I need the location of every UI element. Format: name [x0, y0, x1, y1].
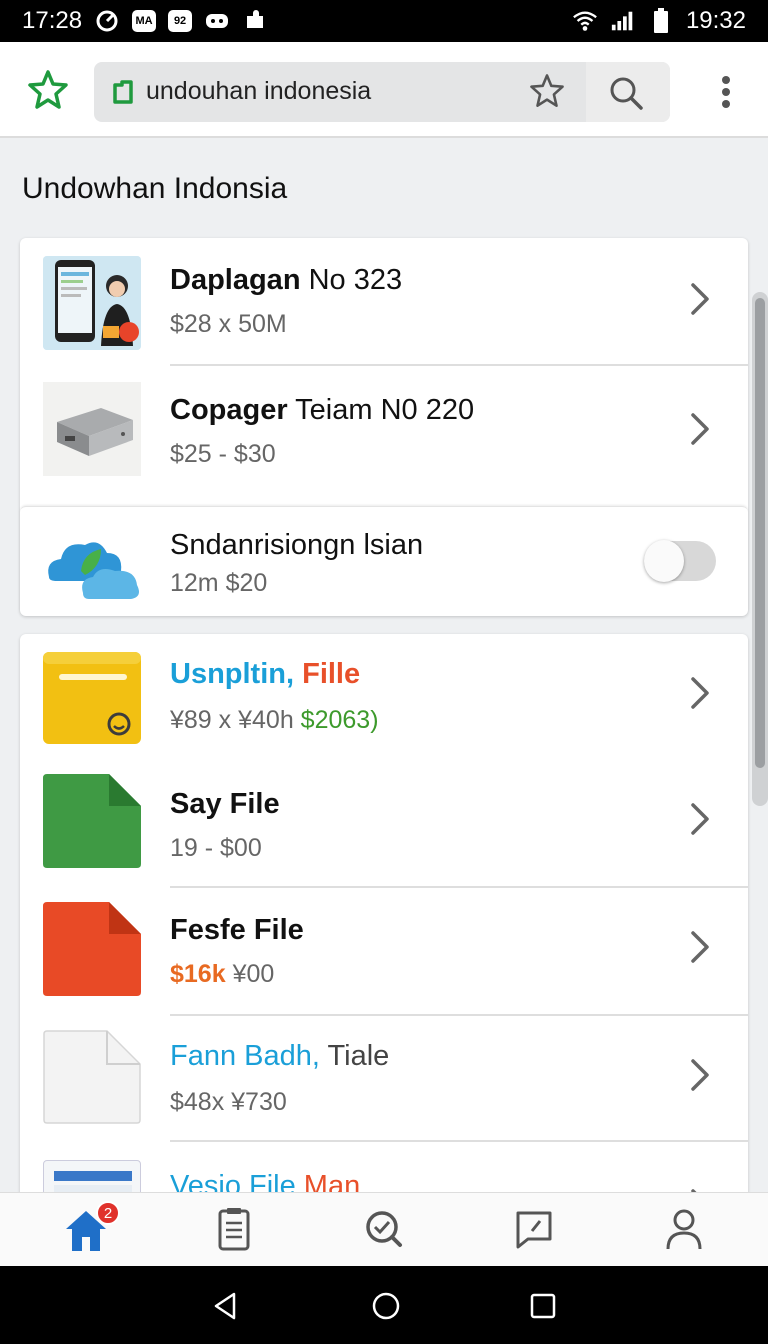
item-title: Sndanrisiongn lsian	[170, 529, 424, 561]
profile-icon	[666, 1209, 702, 1250]
item-subtitle: $28 x 50M	[170, 310, 287, 338]
item-subtitle: 12m $20	[170, 569, 268, 597]
item-title: Daplagan No 323	[170, 264, 403, 296]
list-item[interactable]: Usnpltin, Fille ¥89 x ¥40h $2063)	[20, 634, 748, 760]
cloud-sync-icon	[43, 515, 141, 609]
status-time-left: 17:28	[22, 7, 83, 34]
item-subtitle: 19 - $00	[170, 834, 262, 862]
secure-page-icon	[112, 79, 134, 105]
list-item[interactable]: Fann Badh, Tiale $48x ¥730	[20, 1016, 748, 1142]
list-item[interactable]: Copager Teiam N0 220 $25 - $30	[20, 366, 748, 496]
status-bar: 17:28 MA 92 19:32	[0, 0, 768, 42]
chevron-right-icon	[691, 677, 709, 709]
notification-badge: 2	[96, 1201, 120, 1225]
more-vert-icon	[722, 76, 730, 84]
yellow-folder-icon	[43, 650, 141, 744]
chevron-right-icon	[691, 1059, 709, 1091]
blank-file-icon	[43, 1030, 141, 1124]
list-card-2: Usnpltin, Fille ¥89 x ¥40h $2063) Say Fi…	[20, 634, 748, 1214]
item-title: Copager Teiam N0 220	[170, 394, 475, 426]
item-title: Usnpltin, Fille	[170, 658, 361, 690]
url-text[interactable]: undouhan indonesia	[146, 77, 371, 106]
item-title: Fann Badh, Tiale	[170, 1040, 390, 1072]
bottom-tab-bar: 2	[0, 1192, 768, 1266]
search-check-icon	[366, 1211, 402, 1247]
tab-search[interactable]	[358, 1205, 410, 1255]
chevron-right-icon	[691, 931, 709, 963]
status-time-right: 19:32	[685, 7, 746, 34]
system-nav-bar	[0, 1266, 768, 1344]
chevron-right-icon	[691, 283, 709, 315]
sync-icon	[94, 9, 120, 33]
scrollbar-thumb[interactable]	[755, 298, 765, 768]
scrollbar[interactable]	[752, 292, 768, 806]
item-subtitle: $25 - $30	[170, 440, 276, 468]
back-icon[interactable]	[210, 1290, 242, 1322]
browser-toolbar: undouhan indonesia	[0, 42, 768, 138]
chat-icon	[516, 1211, 552, 1249]
clipboard-icon	[218, 1208, 250, 1251]
page-title: Undowhan Indonsia	[22, 172, 288, 205]
address-bar[interactable]: undouhan indonesia	[94, 62, 670, 122]
chevron-right-icon	[691, 413, 709, 445]
star-icon	[28, 70, 68, 109]
router-device-thumbnail	[43, 382, 141, 476]
list-item[interactable]: Daplagan No 323 $28 x 50M	[20, 238, 748, 366]
wifi-icon	[572, 9, 598, 33]
signal-icon	[610, 9, 636, 33]
list-item[interactable]: Say File 19 - $00	[20, 760, 748, 888]
item-subtitle: $48x ¥730	[170, 1088, 287, 1116]
item-subtitle: ¥89 x ¥40h $2063)	[170, 706, 379, 734]
item-title: Fesfe File	[170, 914, 304, 946]
phone-promo-thumbnail	[43, 256, 141, 350]
toggle-switch[interactable]	[644, 540, 716, 582]
item-title: Say File	[170, 788, 280, 820]
toggle-knob	[644, 540, 684, 582]
url-star-button[interactable]	[528, 72, 566, 110]
star-outline-icon	[530, 74, 564, 107]
red-file-icon	[43, 902, 141, 996]
bookmark-star-button[interactable]	[26, 68, 70, 112]
home-circle-icon[interactable]	[370, 1290, 402, 1322]
item-subtitle: $16k ¥00	[170, 960, 275, 988]
battery-icon	[648, 8, 674, 33]
app-notification-icon: MA	[132, 10, 157, 32]
search-icon	[610, 77, 643, 110]
recents-icon[interactable]	[527, 1290, 559, 1322]
tab-messages[interactable]	[508, 1205, 560, 1255]
gamepad-icon	[204, 9, 230, 33]
chevron-right-icon	[691, 803, 709, 835]
list-item[interactable]: Fesfe File $16k ¥00	[20, 888, 748, 1016]
tab-list[interactable]	[208, 1205, 260, 1255]
list-card-1: Daplagan No 323 $28 x 50M Copager Teiam …	[20, 238, 748, 616]
app-notification-icon-2: 92	[168, 10, 193, 32]
search-button[interactable]	[586, 62, 670, 122]
list-item-toggle[interactable]: Sndanrisiongn lsian 12m $20	[20, 506, 748, 616]
overflow-menu-button[interactable]	[714, 72, 738, 112]
puzzle-icon	[242, 9, 268, 33]
tab-profile[interactable]	[658, 1205, 710, 1255]
green-file-icon	[43, 774, 141, 868]
